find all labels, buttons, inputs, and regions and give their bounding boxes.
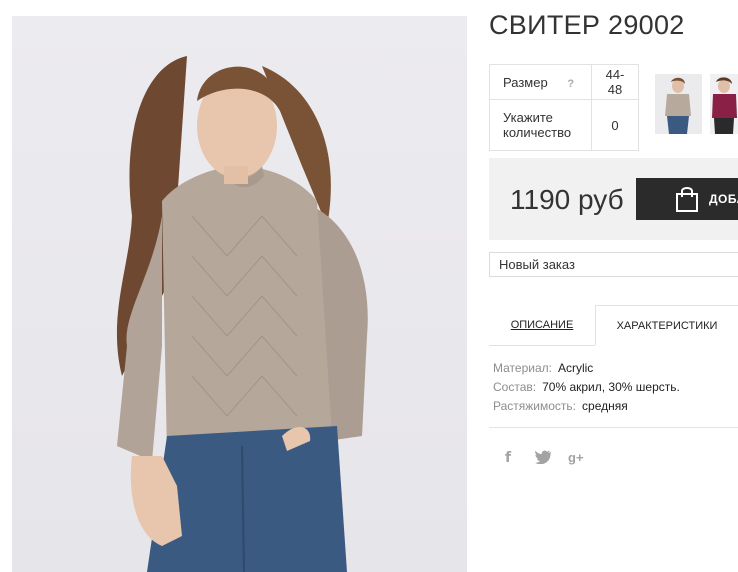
property-value: Acrylic — [557, 361, 594, 375]
property-value: 70% акрил, 30% шерсть. — [542, 380, 680, 394]
add-to-cart-label: ДОБАВИТЬ — [709, 192, 738, 206]
add-to-cart-button[interactable]: ДОБАВИТЬ — [636, 178, 738, 220]
thumbnail-beige[interactable] — [655, 74, 702, 134]
product-options-table: Размер ? 44-48 Укажите количество 0 — [489, 64, 639, 151]
property-key: Материал: — [493, 361, 552, 375]
size-value[interactable]: 44-48 — [591, 64, 639, 100]
model-photo — [116, 56, 368, 572]
properties-list: Материал: Acrylic Состав: 70% акрил, 30% ш… — [493, 359, 680, 416]
property-material: Материал: Acrylic — [493, 359, 680, 378]
twitter-icon[interactable] — [535, 450, 551, 467]
size-label-cell: Размер ? — [489, 64, 592, 100]
product-tabs: описание Характеристики — [489, 305, 738, 346]
shopping-bag-icon — [674, 185, 700, 213]
thumbnail-burgundy[interactable] — [710, 74, 738, 134]
facebook-icon[interactable]: f — [505, 450, 511, 466]
divider — [489, 427, 738, 428]
size-label: Размер — [503, 74, 548, 90]
price-panel: 1190 руб ДОБАВИТЬ — [489, 158, 738, 240]
product-main-image[interactable] — [12, 16, 467, 572]
tab-characteristics[interactable]: Характеристики — [595, 305, 738, 345]
google-plus-icon[interactable]: g+ — [568, 450, 584, 465]
tab-description[interactable]: описание — [489, 305, 595, 346]
size-help-icon[interactable]: ? — [567, 78, 574, 90]
product-title: СВИТЕР 29002 — [489, 10, 685, 40]
property-stretch: Растяжимость: средняя — [493, 397, 680, 416]
quantity-label: Укажите количество — [489, 99, 592, 151]
property-key: Состав: — [493, 380, 537, 394]
order-select[interactable]: Новый заказ — [489, 252, 738, 277]
property-composition: Состав: 70% акрил, 30% шерсть. — [493, 378, 680, 397]
price: 1190 руб — [510, 184, 624, 215]
quantity-input[interactable]: 0 — [591, 99, 639, 151]
property-key: Растяжимость: — [493, 399, 577, 413]
property-value: средняя — [582, 399, 628, 413]
